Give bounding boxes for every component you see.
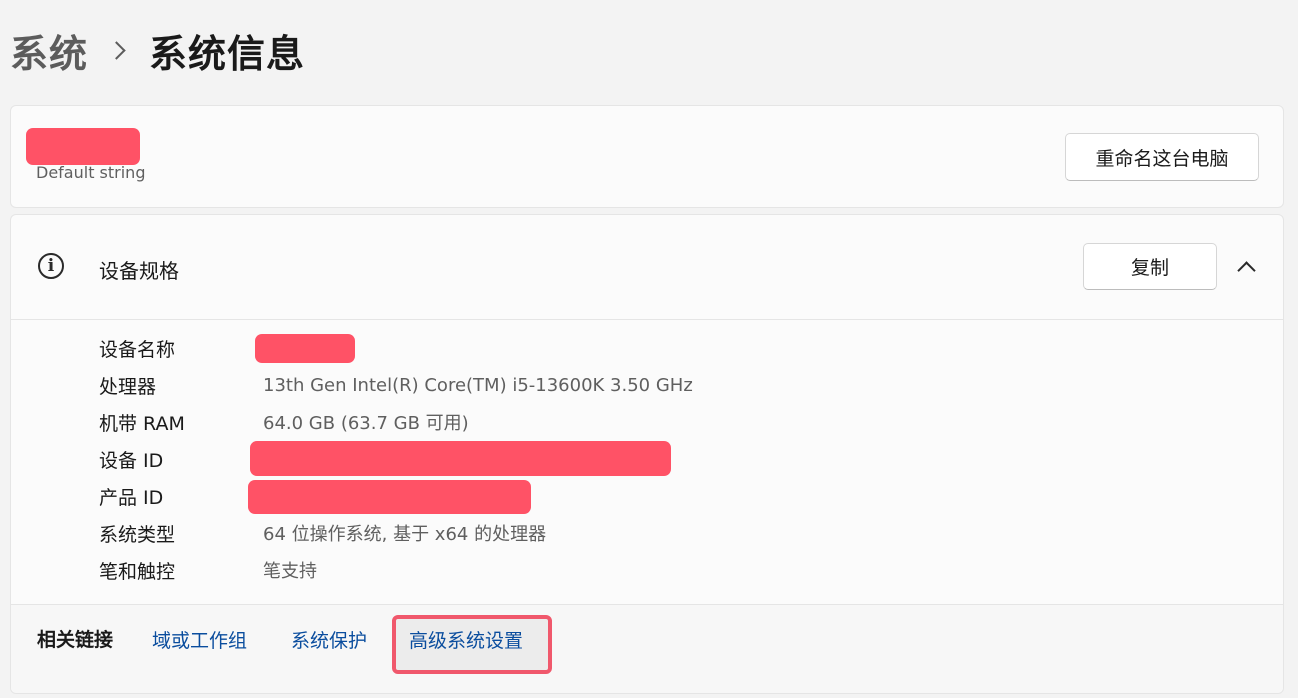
device-specs-header[interactable]: i 设备规格 复制 [11,215,1283,320]
spec-label: 产品 ID [99,486,164,509]
spec-value: 64.0 GB (63.7 GB 可用) [263,413,469,434]
spec-value: 笔支持 [263,561,317,582]
link-advanced-system-settings[interactable]: 高级系统设置 [409,626,523,653]
spec-value: 13th Gen Intel(R) Core(TM) i5-13600K 3.5… [263,374,693,396]
link-domain-workgroup[interactable]: 域或工作组 [152,626,247,653]
chevron-up-icon[interactable] [1237,261,1256,280]
pc-name-redacted [26,128,140,165]
page-title: 系统信息 [149,31,306,76]
device-specs-list: 设备名称 处理器 13th Gen Intel(R) Core(TM) i5-1… [11,319,1283,605]
device-id-redacted [250,441,671,476]
spec-label: 处理器 [99,375,157,398]
spec-label: 设备 ID [99,449,164,472]
spec-label: 笔和触控 [99,560,176,583]
related-links-bar: 相关链接 域或工作组 系统保护 高级系统设置 [11,604,1283,693]
device-name-redacted [255,334,355,363]
spec-label: 机带 RAM [99,412,185,435]
spec-value: 64 位操作系统, 基于 x64 的处理器 [263,524,547,545]
spec-row-pen-touch: 笔和触控 笔支持 [99,555,317,585]
rename-pc-button[interactable]: 重命名这台电脑 [1065,133,1259,181]
pc-model-text: Default string [36,163,146,182]
spec-row-ram: 机带 RAM 64.0 GB (63.7 GB 可用) [99,407,469,437]
chevron-right-icon [107,40,126,60]
device-specs-title: 设备规格 [99,259,179,283]
spec-row-product-id: 产品 ID [99,481,263,511]
spec-row-device-id: 设备 ID [99,444,263,474]
link-system-protection[interactable]: 系统保护 [291,626,367,653]
spec-row-processor: 处理器 13th Gen Intel(R) Core(TM) i5-13600K… [99,370,693,400]
spec-label: 设备名称 [99,338,176,361]
related-links-label: 相关链接 [37,629,114,651]
spec-row-device-name: 设备名称 [99,333,263,363]
copy-button[interactable]: 复制 [1083,243,1217,290]
spec-row-system-type: 系统类型 64 位操作系统, 基于 x64 的处理器 [99,518,546,548]
breadcrumb: 系统 系统信息 [10,22,305,78]
device-specs-card: i 设备规格 复制 设备名称 处理器 13th Gen Intel(R) Cor… [10,214,1284,694]
breadcrumb-parent-system[interactable]: 系统 [10,23,88,78]
pc-name-card: Default string 重命名这台电脑 [10,105,1284,208]
spec-label: 系统类型 [99,523,176,546]
product-id-redacted [248,480,531,514]
info-icon: i [38,253,64,279]
